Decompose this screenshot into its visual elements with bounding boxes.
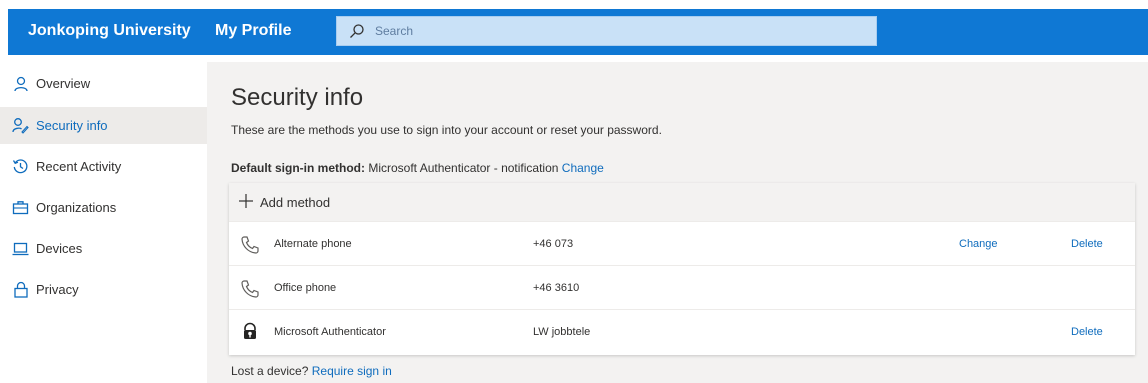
sidebar-item-devices[interactable]: Devices	[0, 230, 207, 267]
change-default-method-link[interactable]: Change	[562, 161, 604, 175]
lost-device-line: Lost a device? Require sign in	[231, 364, 392, 378]
sidebar-item-label: Devices	[36, 241, 83, 256]
method-row-microsoft-authenticator: Microsoft Authenticator LW jobbtele Dele…	[229, 309, 1135, 353]
method-value: +46 073	[533, 238, 574, 250]
method-name: Microsoft Authenticator	[274, 326, 386, 338]
sidebar-item-label: Privacy	[36, 282, 79, 297]
default-method-value: Microsoft Authenticator - notification	[368, 161, 559, 175]
lock-icon	[12, 281, 29, 298]
plus-icon	[239, 194, 253, 208]
sidebar-item-recent-activity[interactable]: Recent Activity	[0, 148, 207, 185]
change-method-link[interactable]: Change	[959, 238, 998, 250]
require-sign-in-link[interactable]: Require sign in	[312, 364, 392, 378]
authenticator-icon	[244, 322, 256, 339]
sidebar-item-organizations[interactable]: Organizations	[0, 189, 207, 226]
briefcase-icon	[12, 199, 29, 216]
app-name[interactable]: My Profile	[215, 22, 291, 40]
sidebar-item-overview[interactable]: Overview	[0, 65, 207, 102]
laptop-icon	[12, 240, 29, 257]
org-name[interactable]: Jonkoping University	[28, 22, 191, 40]
methods-list: Add method Alternate phone +46 073 Chang…	[229, 183, 1135, 355]
method-name: Alternate phone	[274, 238, 352, 250]
sidebar-item-security-info[interactable]: Security info	[0, 107, 207, 144]
sidebar-nav: Overview Security info Recent Activity O…	[0, 62, 207, 383]
search-box[interactable]	[336, 16, 877, 46]
delete-method-link[interactable]: Delete	[1071, 238, 1103, 250]
search-input[interactable]	[375, 17, 865, 45]
delete-method-link[interactable]: Delete	[1071, 326, 1103, 338]
security-info-icon	[12, 117, 29, 134]
default-sign-in-method: Default sign-in method: Microsoft Authen…	[231, 161, 604, 175]
method-name: Office phone	[274, 282, 337, 294]
method-row-office-phone: Office phone +46 3610	[229, 265, 1135, 309]
sidebar-item-privacy[interactable]: Privacy	[0, 271, 207, 308]
phone-icon	[241, 280, 259, 298]
page-subtitle: These are the methods you use to sign in…	[231, 123, 662, 137]
add-method-button[interactable]: Add method	[229, 183, 1135, 221]
phone-icon	[241, 236, 259, 254]
history-icon	[12, 158, 29, 175]
lost-device-text: Lost a device?	[231, 364, 309, 378]
method-value: +46 3610	[533, 282, 580, 294]
method-row-alternate-phone: Alternate phone +46 073 Change Delete	[229, 221, 1135, 265]
method-value: LW jobbtele	[533, 326, 591, 338]
page-title: Security info	[231, 84, 364, 111]
main-content: Security info These are the methods you …	[207, 62, 1148, 383]
search-icon	[350, 24, 364, 38]
sidebar-item-label: Organizations	[36, 200, 117, 215]
add-method-label: Add method	[260, 195, 331, 210]
sidebar-item-label: Overview	[36, 76, 91, 91]
default-method-label: Default sign-in method:	[231, 161, 365, 175]
person-icon	[12, 75, 29, 92]
sidebar-item-label: Security info	[36, 118, 108, 133]
sidebar-item-label: Recent Activity	[36, 159, 122, 174]
top-header: Jonkoping University My Profile	[0, 0, 1148, 62]
